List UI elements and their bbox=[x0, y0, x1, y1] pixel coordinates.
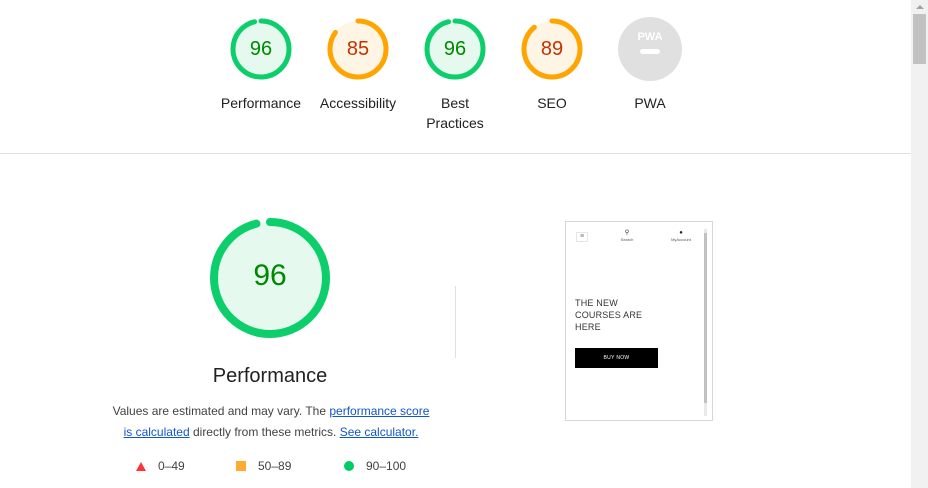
legend-range: 50–89 bbox=[258, 459, 292, 473]
category-gauges: 96 Performance 85 Accessibility 96 Best … bbox=[0, 0, 911, 153]
desc-text: directly from these metrics. bbox=[189, 425, 340, 439]
gauge-label: PWA bbox=[634, 95, 666, 111]
menu-icon: ≡ bbox=[576, 232, 588, 242]
gauge-pwa[interactable]: PWA PWA bbox=[600, 16, 700, 113]
gauge-accessibility[interactable]: 85 Accessibility bbox=[308, 16, 408, 113]
section-divider bbox=[0, 153, 911, 154]
gauge-label: SEO bbox=[537, 95, 567, 111]
thumb-hero-text: THE NEW COURSES ARE HERE bbox=[575, 298, 643, 332]
thumb-search-label: Search bbox=[620, 237, 634, 242]
desc-text: Values are estimated and may vary. The bbox=[112, 404, 330, 418]
pwa-badge-text: PWA bbox=[637, 31, 662, 43]
gauge-seo[interactable]: 89 SEO bbox=[502, 16, 602, 113]
thumb-buy-button: BUY NOW bbox=[575, 348, 658, 368]
pwa-na-icon bbox=[640, 49, 660, 54]
gauge-score: 96 bbox=[443, 38, 467, 60]
legend-range: 0–49 bbox=[158, 459, 185, 473]
gauge-score: 96 bbox=[249, 38, 273, 60]
gauge-performance[interactable]: 96 Performance bbox=[211, 16, 311, 113]
circle-icon bbox=[344, 461, 354, 471]
gauge-ring: 96 bbox=[228, 16, 294, 82]
search-icon: ⚲ bbox=[624, 230, 630, 236]
see-calculator-link[interactable]: See calculator. bbox=[340, 425, 419, 439]
square-icon bbox=[236, 461, 246, 471]
thumb-account: ● MyAccount bbox=[666, 230, 696, 242]
gauge-score: 89 bbox=[540, 38, 564, 60]
pwa-badge: PWA bbox=[617, 16, 683, 82]
performance-gauge: 96 bbox=[209, 217, 331, 339]
thumb-account-label: MyAccount bbox=[671, 237, 691, 242]
triangle-icon bbox=[136, 461, 146, 471]
gauge-best-practices[interactable]: 96 Best Practices bbox=[405, 16, 505, 133]
scrollbar-thumb[interactable] bbox=[913, 14, 926, 64]
performance-score: 96 bbox=[253, 259, 287, 292]
lighthouse-report: 96 Performance 85 Accessibility 96 Best … bbox=[0, 0, 911, 488]
thumb-search: ⚲ Search bbox=[618, 230, 636, 242]
gauge-label: Performance bbox=[220, 95, 302, 111]
performance-score-link[interactable]: performance score bbox=[329, 404, 429, 418]
gauge-label: Best Practices bbox=[426, 95, 484, 131]
window-scrollbar[interactable] bbox=[911, 0, 928, 488]
legend-fail: 0–49 bbox=[136, 458, 185, 474]
performance-title: Performance bbox=[212, 365, 328, 387]
thumb-scrollbar-thumb bbox=[704, 233, 707, 403]
gauge-label: Accessibility bbox=[319, 95, 397, 111]
thumb-scrollbar bbox=[704, 229, 707, 416]
gauge-ring: 96 bbox=[422, 16, 488, 82]
gauge-ring: 85 bbox=[325, 16, 391, 82]
gauge-score: 85 bbox=[346, 38, 370, 60]
final-screenshot: ≡ ⚲ Search ● MyAccount THE NEW COURSES A… bbox=[565, 221, 713, 421]
is-calculated-link[interactable]: is calculated bbox=[124, 425, 190, 439]
performance-description: Values are estimated and may vary. The p… bbox=[104, 401, 438, 443]
legend-pass: 90–100 bbox=[344, 458, 406, 474]
gauge-ring: 89 bbox=[519, 16, 585, 82]
legend-range: 90–100 bbox=[366, 459, 407, 473]
vertical-divider bbox=[455, 286, 456, 358]
user-icon: ● bbox=[679, 230, 683, 236]
legend-average: 50–89 bbox=[236, 458, 291, 474]
scroll-up-arrow-icon[interactable] bbox=[911, 0, 928, 14]
